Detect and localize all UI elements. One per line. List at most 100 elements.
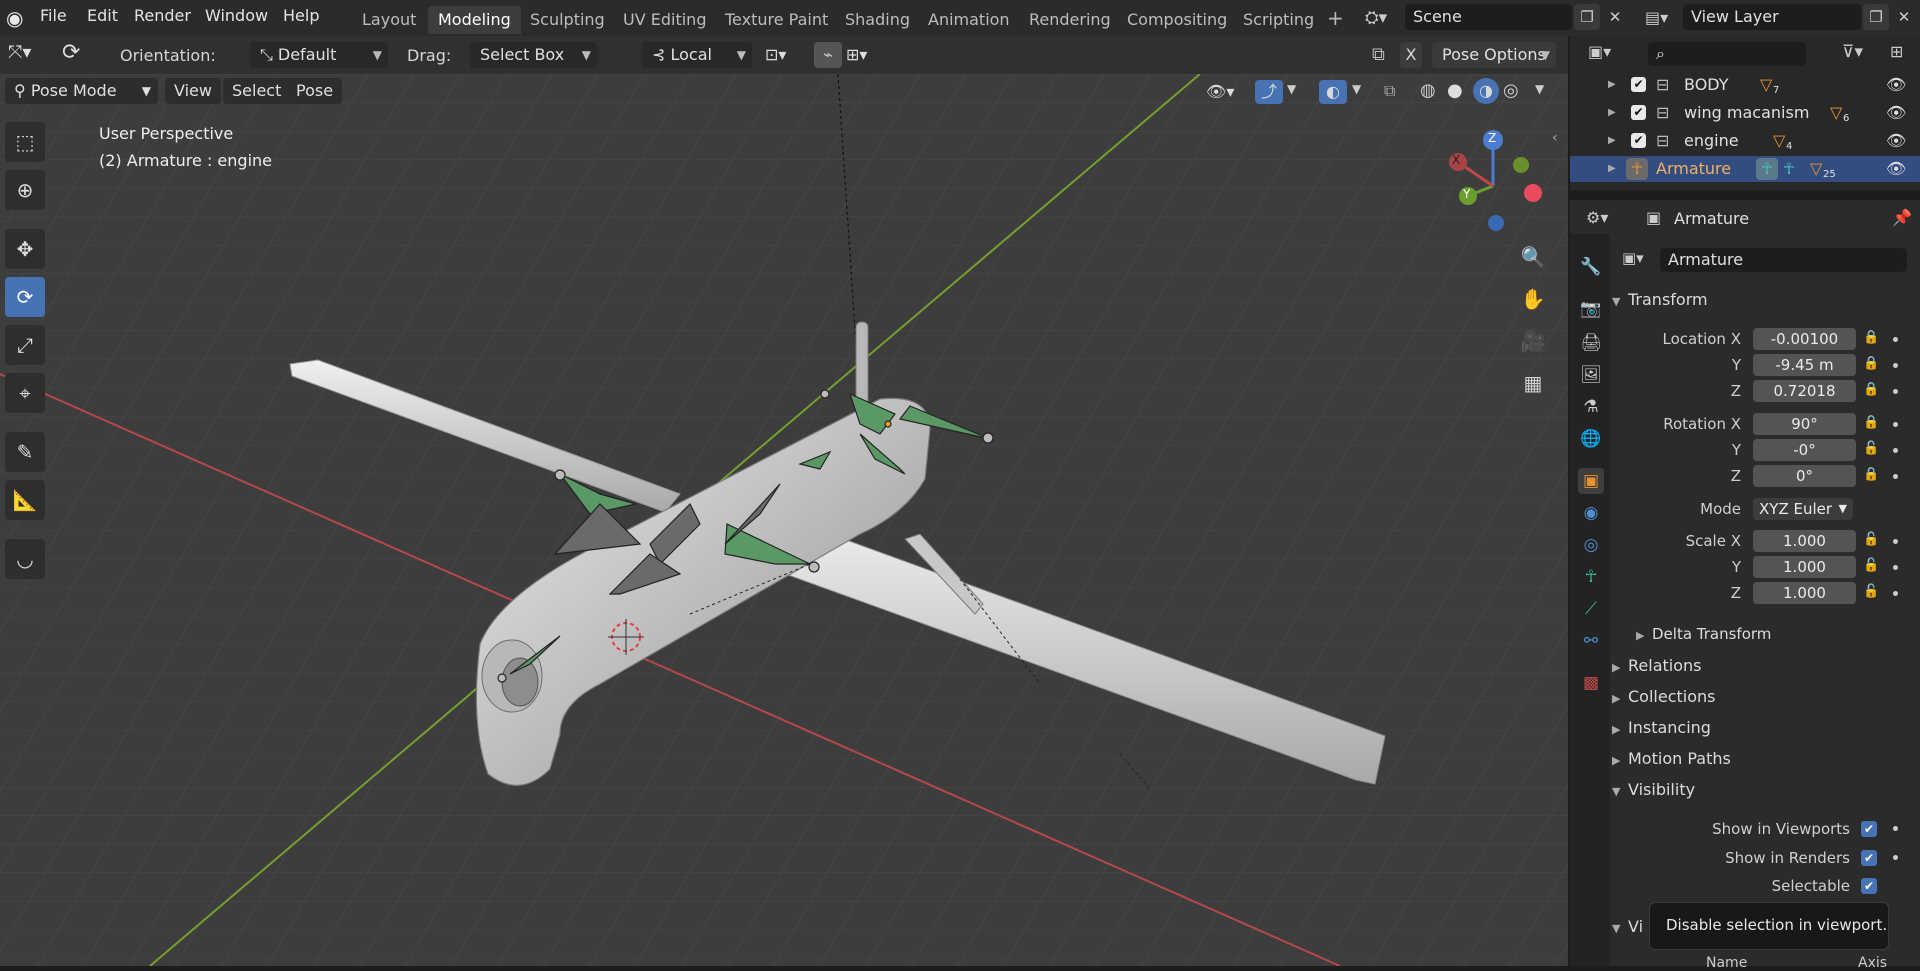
mode-dropdown[interactable]: ⚲ Pose Mode ▼ [5,78,158,104]
zoom-icon[interactable]: 🔍 [1516,240,1550,274]
exclude-checkbox[interactable]: ✔ [1631,133,1646,148]
select-box-tool-icon[interactable]: ⬚ [5,122,45,162]
show-in-renders-checkbox[interactable]: ✔ [1861,850,1877,866]
expand-arrow-icon[interactable]: ▶ [1608,100,1616,126]
scene-icon[interactable]: ⛭▾ [1365,8,1387,28]
relations-panel-header[interactable]: ▶ Relations [1612,656,1912,675]
constraints-tab-icon[interactable]: ⚯ [1578,628,1604,654]
unlock-icon[interactable]: 🔓 [1863,441,1879,456]
keyframe-dot[interactable] [1893,474,1898,479]
lock-icon[interactable]: 🔒 [1863,415,1879,430]
mirror-icon[interactable]: ⧉ [1372,44,1385,65]
relax-tool-icon[interactable]: ◡ [5,539,45,579]
chevron-down-icon[interactable]: ▼ [1535,82,1544,96]
tab-compositing[interactable]: Compositing [1117,6,1237,34]
pivot-dropdown[interactable]: ⊰ Local ▼ [642,42,752,68]
rotate-tool-icon[interactable]: ⟳ [5,277,45,317]
measure-tool-icon[interactable]: 📐 [5,480,45,520]
keyframe-dot[interactable] [1893,591,1898,596]
rotation-y-field[interactable]: -0° [1753,439,1856,461]
tool-tab-icon[interactable]: 🔧 [1578,254,1604,280]
sidebar-toggle-icon[interactable]: ‹ [1552,130,1558,146]
keyframe-dot[interactable] [1893,565,1898,570]
tab-animation[interactable]: Animation [918,6,1020,34]
instancing-panel-header[interactable]: ▶ Instancing [1612,718,1912,737]
outliner-editor-icon[interactable]: ▣▾ [1588,42,1611,61]
pin-icon[interactable]: 📌 [1892,208,1912,227]
outliner-item-armature[interactable]: ▶ ☥ Armature ☥ ☥ ▽ 25 👁 [1570,156,1920,182]
output-tab-icon[interactable]: 🖨 [1578,330,1604,356]
outliner-item-wing-macanism[interactable]: ▶ ✔ ⊟ wing macanism ▽ 6 👁 [1570,100,1920,126]
visibility-filter-icon[interactable]: 👁▾ [1206,82,1234,101]
unlock-icon[interactable]: 🔓 [1863,584,1879,599]
solid-shading-icon[interactable]: ● [1447,80,1463,101]
delete-view-layer-icon[interactable]: ✕ [1891,4,1917,30]
render-tab-icon[interactable]: 📷 [1578,296,1604,322]
keyframe-dot[interactable] [1893,539,1898,544]
tab-scripting[interactable]: Scripting [1233,6,1324,34]
camera-view-icon[interactable]: 🎥 [1516,324,1550,358]
outliner-item-engine[interactable]: ▶ ✔ ⊟ engine ▽ 4 👁 [1570,128,1920,154]
view-layer-field[interactable]: View Layer [1683,4,1861,30]
menu-render[interactable]: Render [134,6,191,25]
modifiers-tab-icon[interactable]: ◉ [1578,500,1604,526]
exclude-checkbox[interactable]: ✔ [1631,105,1646,120]
gizmo-toggle-icon[interactable]: ⤴ [1255,80,1283,104]
menu-select[interactable]: Select [223,78,291,104]
overlay-toggle-icon[interactable]: ◐ [1319,80,1347,104]
rotation-x-field[interactable]: 90° [1753,413,1856,435]
eye-icon[interactable]: 👁 [1886,156,1906,182]
pose-options-dropdown[interactable]: Pose Options ▼ [1432,42,1556,68]
keyframe-dot[interactable] [1893,363,1898,368]
transform-pivot-icon[interactable]: ⊡▾ [765,45,786,64]
filter-icon[interactable]: ⊽▾ [1842,42,1863,62]
eye-icon[interactable]: 👁 [1886,100,1906,126]
transform-panel-header[interactable]: ▼ Transform [1612,290,1912,309]
3d-viewport[interactable]: ⚲ Pose Mode ▼ View Select Pose 👁▾ ⤴ ▼ ◐ ▼… [0,74,1568,966]
new-view-layer-icon[interactable]: ❐ [1863,4,1889,30]
keyframe-dot[interactable] [1893,855,1898,860]
delta-transform-subpanel[interactable]: ▶ Delta Transform [1636,625,1920,643]
show-in-viewports-checkbox[interactable]: ✔ [1861,821,1877,837]
rendered-shading-icon[interactable]: ◎ [1503,80,1519,101]
collections-panel-header[interactable]: ▶ Collections [1612,687,1912,706]
view-layer-icon[interactable]: ▤▾ [1645,8,1668,27]
world-tab-icon[interactable]: 🌐 [1578,426,1604,452]
tab-shading[interactable]: Shading [835,6,920,34]
menu-pose[interactable]: Pose [287,78,343,104]
visibility-panel-header[interactable]: ▼ Visibility [1612,780,1912,799]
menu-help[interactable]: Help [283,6,319,25]
armature-tab-icon[interactable]: ☥ [1578,564,1604,590]
unlock-icon[interactable]: 🔓 [1863,558,1879,573]
menu-file[interactable]: File [40,6,67,25]
scale-y-field[interactable]: 1.000 [1753,556,1856,578]
view-layer-tab-icon[interactable]: 🖼 [1578,362,1604,388]
eye-icon[interactable]: 👁 [1886,72,1906,98]
expand-arrow-icon[interactable]: ▶ [1608,128,1616,154]
keyframe-dot[interactable] [1893,389,1898,394]
rotate-tool-icon[interactable]: ⟳ [62,40,80,65]
wireframe-shading-icon[interactable]: ◍ [1420,80,1436,101]
snap-icon[interactable]: ⌁ [814,42,842,68]
ortho-grid-icon[interactable]: ▦ [1516,366,1550,400]
expand-arrow-icon[interactable]: ▶ [1608,72,1616,98]
location-z-field[interactable]: 0.72018 [1753,380,1856,402]
location-y-field[interactable]: -9.45 m [1753,354,1856,376]
tab-sculpting[interactable]: Sculpting [520,6,615,34]
keyframe-dot[interactable] [1893,422,1898,427]
pan-hand-icon[interactable]: ✋ [1516,282,1550,316]
eye-icon[interactable]: 👁 [1886,128,1906,154]
selectable-checkbox[interactable]: ✔ [1861,878,1877,894]
exclude-checkbox[interactable]: ✔ [1631,77,1646,92]
cursor-tool-icon[interactable]: ⊕ [5,170,45,210]
tab-uv-editing[interactable]: UV Editing [613,6,716,34]
expand-arrow-icon[interactable]: ▶ [1608,156,1616,182]
menu-window[interactable]: Window [205,6,268,25]
rotation-z-field[interactable]: 0° [1753,465,1856,487]
outliner-item-body[interactable]: ▶ ✔ ⊟ BODY ▽ 7 👁 [1570,72,1920,98]
lock-icon[interactable]: 🔒 [1863,356,1879,371]
menu-edit[interactable]: Edit [87,6,118,25]
rotation-mode-dropdown[interactable]: XYZ Euler ▼ [1753,498,1853,520]
menu-view[interactable]: View [165,78,221,104]
tab-layout[interactable]: Layout [352,6,426,34]
